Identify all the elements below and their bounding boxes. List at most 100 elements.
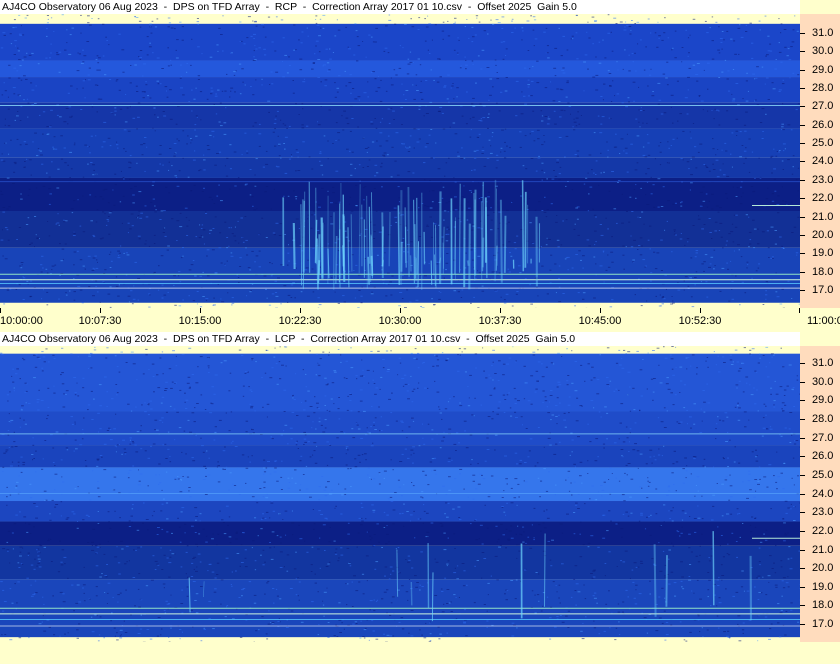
- freq-tick: [800, 289, 805, 291]
- freq-label: 18.0: [812, 599, 834, 612]
- freq-label: 28.0: [812, 412, 834, 425]
- spectrum-band: [0, 102, 800, 129]
- freq-tick: [800, 88, 805, 90]
- spectrum-band: [0, 128, 800, 158]
- freq-tick: [800, 253, 805, 255]
- freq-tick: [800, 271, 805, 273]
- freq-label: 23.0: [812, 173, 834, 186]
- freq-tick: [800, 493, 805, 495]
- freq-label: 18.0: [812, 265, 834, 278]
- freq-label: 27.0: [812, 100, 834, 113]
- freq-tick: [800, 69, 805, 71]
- burst-streak: [485, 206, 488, 279]
- spectrum-band: [0, 467, 800, 502]
- time-tick: [300, 308, 301, 313]
- spectrum-band: [0, 177, 800, 211]
- burst-streak: [473, 199, 476, 270]
- freq-label: 22.0: [812, 192, 834, 205]
- freq-tick: [800, 624, 805, 626]
- freq-tick: [800, 216, 805, 218]
- freq-label: 23.0: [812, 506, 834, 519]
- freq-label: 30.0: [812, 45, 834, 58]
- burst-streak: [368, 206, 371, 264]
- freq-label: 17.0: [812, 618, 834, 631]
- freq-tick: [800, 568, 805, 570]
- freq-label: 19.0: [812, 247, 834, 260]
- spectrogram-title-lcp: AJ4CO Observatory 06 Aug 2023 - DPS on T…: [0, 332, 800, 346]
- burst-streak: [335, 235, 338, 284]
- freq-tick: [800, 198, 805, 200]
- freq-label: 29.0: [812, 394, 834, 407]
- freq-tick: [800, 418, 805, 420]
- freq-tick: [800, 530, 805, 532]
- time-tick: [700, 308, 701, 313]
- freq-label: 24.0: [812, 487, 834, 500]
- time-label: 10:45:00: [578, 315, 622, 327]
- spectrogram-title-rcp: AJ4CO Observatory 06 Aug 2023 - DPS on T…: [0, 0, 800, 14]
- burst-streak: [410, 581, 413, 606]
- burst-streak: [350, 214, 353, 272]
- freq-tick: [800, 400, 805, 402]
- spectrogram-rcp-canvas: [0, 14, 800, 308]
- time-tick: [0, 308, 1, 313]
- burst-streak: [388, 211, 391, 267]
- freq-tick: [800, 234, 805, 236]
- burst-streak: [466, 260, 470, 266]
- freq-label: 24.0: [812, 155, 834, 168]
- freq-tick: [800, 474, 805, 476]
- freq-label: 20.0: [812, 228, 834, 241]
- freq-label: 31.0: [812, 27, 834, 39]
- freq-label: 17.0: [812, 283, 834, 296]
- time-label: 10:07:30: [78, 315, 122, 327]
- freq-label: 25.0: [812, 137, 834, 150]
- burst-streak: [366, 195, 368, 289]
- burst-streak: [407, 186, 410, 277]
- spectrum-band: [0, 411, 800, 446]
- burst-streak: [397, 205, 401, 285]
- freq-tick: [800, 124, 805, 126]
- freq-tick: [800, 586, 805, 588]
- time-label: 10:00:00: [0, 315, 43, 327]
- freq-tick: [800, 161, 805, 163]
- burst-streak: [653, 544, 657, 617]
- freq-tick: [800, 106, 805, 108]
- freq-label: 19.0: [812, 580, 834, 593]
- burst-streak: [459, 183, 461, 273]
- time-tick: [400, 308, 401, 313]
- freq-label: 29.0: [812, 63, 834, 76]
- time-tick: [200, 308, 201, 313]
- burst-streak: [665, 555, 668, 607]
- frequency-axis-lcp: 31.0 30.0 29.0 28.0 27.0 26.0 25.0 24.0 23.0 22.0…: [800, 346, 840, 642]
- freq-label: 21.0: [812, 210, 834, 223]
- time-label: 10:30:00: [378, 315, 422, 327]
- burst-streak: [314, 219, 318, 263]
- burst-streak: [524, 191, 527, 268]
- freq-label: 20.0: [812, 562, 834, 575]
- time-label: 10:22:30: [278, 315, 322, 327]
- burst-streak: [367, 256, 370, 285]
- spectrum-band: [0, 445, 800, 468]
- freq-tick: [800, 456, 805, 458]
- time-axis: 10:00:00 10:07:30 10:15:00 10:22:30 10:30:00…: [0, 308, 840, 332]
- burst-streak: [396, 549, 399, 597]
- freq-tick: [800, 512, 805, 514]
- burst-streak: [503, 215, 507, 273]
- time-tick: [500, 308, 501, 313]
- frequency-axis-rcp: 31.0 30.0 29.0 28.0 27.0 26.0 25.0 24.0 23.0 22.0…: [800, 14, 840, 308]
- freq-label: 28.0: [812, 82, 834, 95]
- freq-label: 31.0: [812, 357, 834, 369]
- freq-label: 26.0: [812, 118, 834, 131]
- freq-label: 27.0: [812, 431, 834, 444]
- freq-tick: [800, 549, 805, 551]
- time-tick: [100, 308, 101, 313]
- freq-tick: [800, 437, 805, 439]
- time-tick: [600, 308, 601, 313]
- spectrum-band: [0, 501, 800, 522]
- spectrogram-lcp-canvas: [0, 346, 800, 642]
- burst-streak: [712, 531, 715, 606]
- burst-streak: [431, 572, 434, 622]
- freq-tick: [800, 363, 805, 364]
- burst-streak: [481, 181, 485, 272]
- time-label: 10:37:30: [478, 315, 522, 327]
- freq-tick: [800, 605, 805, 607]
